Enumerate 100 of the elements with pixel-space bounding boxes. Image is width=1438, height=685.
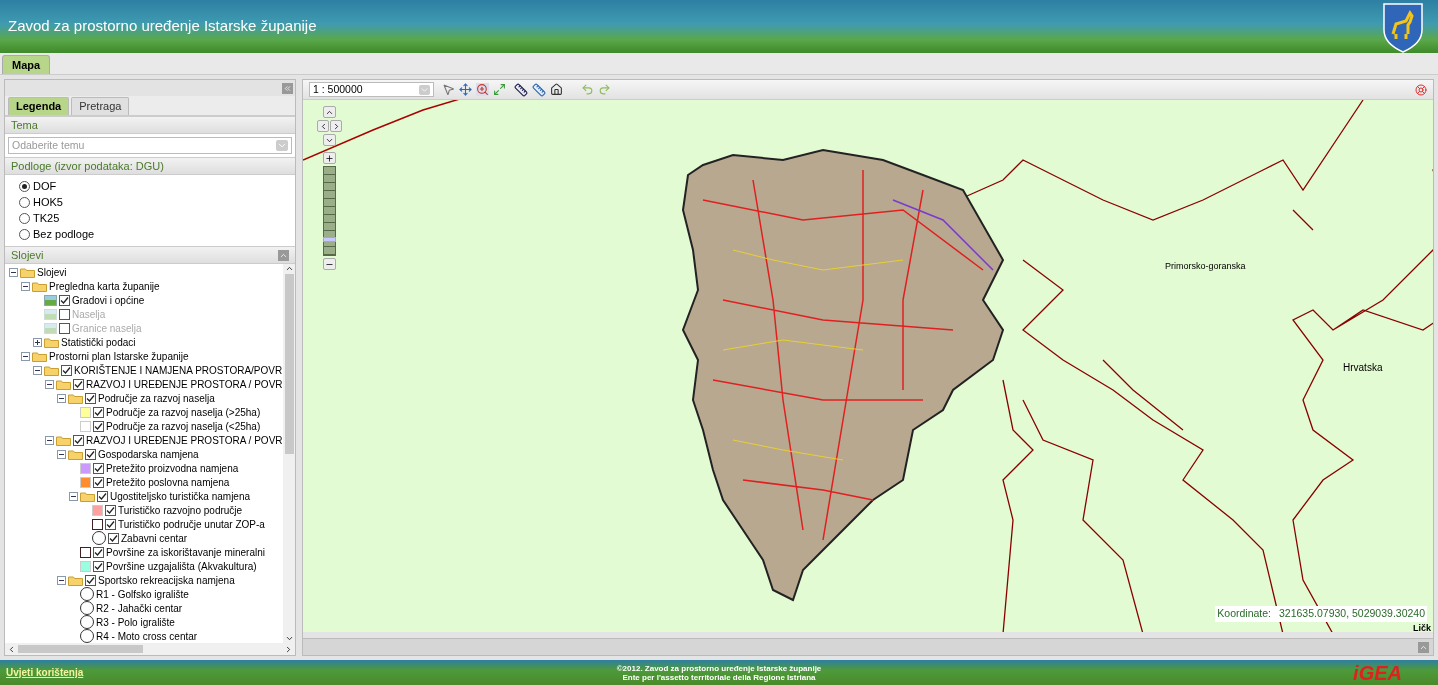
collapse-toggle-icon[interactable]: [21, 351, 30, 361]
home-icon[interactable]: [550, 83, 563, 96]
layer-thumbnail-icon: [44, 322, 57, 334]
folder-icon: [68, 392, 83, 404]
layer-label[interactable]: R4 - Moto cross centar: [96, 628, 198, 643]
layer-label[interactable]: Pretežito poslovna namjena: [106, 474, 230, 490]
collapse-toggle-icon[interactable]: [57, 575, 66, 585]
radio-button[interactable]: [19, 213, 30, 224]
layer-label[interactable]: Površine uzgajališta (Akvakultura): [106, 558, 257, 574]
folder-icon: [80, 490, 95, 502]
layer-label[interactable]: RAZVOJ I UREĐENJE PROSTORA / POVR: [86, 432, 283, 448]
radio-button[interactable]: [19, 229, 30, 240]
layer-label[interactable]: Gradovi i općine: [72, 292, 145, 308]
help-icon[interactable]: [1415, 83, 1427, 96]
layer-label[interactable]: Prostorni plan Istarske županije: [49, 348, 189, 364]
scroll-left-icon[interactable]: [7, 644, 16, 654]
collapse-toggle-icon[interactable]: [33, 365, 42, 375]
layer-label[interactable]: Površine za iskorištavanje mineralni: [106, 544, 265, 560]
checkbox[interactable]: [93, 546, 104, 558]
layer-label[interactable]: R3 - Polo igralište: [96, 614, 175, 630]
checkbox[interactable]: [93, 476, 104, 488]
full-extent-icon[interactable]: [493, 83, 506, 96]
layer-label[interactable]: R2 - Jahački centar: [96, 600, 183, 616]
layer-label[interactable]: Slojevi: [37, 264, 67, 280]
radio-label[interactable]: DOF: [33, 178, 57, 195]
scale-value: 1 : 500000: [313, 81, 363, 97]
copyright-text: ©2012. Zavod za prostorno uređenje Istarske županije: [616, 663, 822, 673]
scroll-right-icon[interactable]: [284, 644, 293, 654]
pan-down-button[interactable]: [323, 134, 336, 146]
checkbox[interactable]: [97, 490, 108, 502]
checkbox[interactable]: [93, 420, 104, 432]
section-title: Tema: [11, 117, 38, 133]
horizontal-scrollbar[interactable]: [5, 643, 295, 655]
layer-thumbnail-icon: [44, 308, 57, 320]
main-tab[interactable]: Mapa: [2, 55, 51, 74]
pan-up-button[interactable]: [323, 106, 336, 118]
checkbox[interactable]: [93, 462, 104, 474]
layer-label[interactable]: Gospodarska namjena: [98, 446, 199, 462]
layer-label[interactable]: Zabavni centar: [121, 530, 188, 546]
layer-label[interactable]: RAZVOJ I UREĐENJE PROSTORA / POVR: [86, 376, 283, 392]
map-view[interactable]: Primorsko-goranska Hrvatska Ličk Koordinate: 321635.07930, 5029039.30240: [303, 100, 1433, 632]
checkbox[interactable]: [85, 448, 96, 460]
vertical-scrollbar[interactable]: [283, 264, 295, 643]
layer-label[interactable]: Statistički podaci: [61, 334, 136, 350]
expand-toggle-icon[interactable]: [33, 337, 42, 347]
radio-label[interactable]: TK25: [33, 210, 60, 227]
zoom-in-button[interactable]: [323, 152, 336, 164]
collapse-toggle-icon[interactable]: [57, 449, 66, 459]
zoom-out-button[interactable]: [323, 258, 336, 270]
layer-label[interactable]: Pretežito proizvodna namjena: [106, 460, 239, 476]
checkbox[interactable]: [85, 392, 96, 404]
checkbox[interactable]: [61, 364, 72, 376]
radio-button[interactable]: [19, 181, 30, 192]
collapse-toggle-icon[interactable]: [9, 267, 18, 277]
panel-tab[interactable]: Pretraga: [71, 97, 130, 115]
panel-tab[interactable]: Legenda: [8, 97, 70, 115]
folder-icon: [56, 378, 71, 390]
pan-tool-icon[interactable]: [459, 83, 472, 96]
measure-area-icon[interactable]: [532, 82, 546, 97]
layer-label[interactable]: Turističko područje unutar ZOP-a: [118, 516, 265, 532]
layer-label[interactable]: Pregledna karta županije: [49, 278, 160, 294]
collapse-toggle-icon[interactable]: [45, 435, 54, 445]
checkbox[interactable]: [59, 294, 70, 306]
select-placeholder: Odaberite temu: [12, 137, 85, 153]
checkbox[interactable]: [73, 378, 84, 390]
collapse-toggle-icon[interactable]: [45, 379, 54, 389]
radio-label[interactable]: HOK5: [33, 194, 63, 211]
pan-left-button[interactable]: [317, 120, 329, 132]
checkbox[interactable]: [73, 434, 84, 446]
layer-label[interactable]: Područje za razvoj naselja: [98, 390, 215, 406]
checkbox[interactable]: [93, 406, 104, 418]
checkbox[interactable]: [105, 504, 116, 516]
folder-icon: [68, 574, 83, 586]
checkbox[interactable]: [105, 518, 116, 530]
zoom-box-tool-icon[interactable]: [476, 83, 489, 96]
pan-right-button[interactable]: [330, 120, 342, 132]
layer-label[interactable]: Ugostiteljsko turistička namjena: [110, 488, 251, 504]
collapse-toggle-icon[interactable]: [57, 393, 66, 403]
collapse-toggle-icon[interactable]: [21, 281, 30, 291]
zoom-slider-track[interactable]: [323, 166, 336, 256]
checkbox[interactable]: [93, 560, 104, 572]
scroll-down-icon[interactable]: [284, 634, 294, 643]
layer-label[interactable]: KORIŠTENJE I NAMJENA PROSTORA/POVR: [74, 362, 283, 378]
checkbox[interactable]: [85, 574, 96, 586]
folder-icon: [68, 448, 83, 460]
layer-label[interactable]: R1 - Golfsko igralište: [96, 586, 189, 602]
scale-select[interactable]: 1 : 500000: [309, 82, 434, 97]
layer-label[interactable]: Područje za razvoj naselja (>25ha): [106, 404, 261, 420]
layer-label[interactable]: Područje za razvoj naselja (<25ha): [106, 418, 261, 434]
layer-label[interactable]: Turističko razvojno područje: [118, 502, 243, 518]
folder-icon: [20, 266, 35, 278]
layer-label[interactable]: Sportsko rekreacijska namjena: [98, 572, 235, 588]
measure-distance-icon[interactable]: [514, 82, 528, 97]
radio-button[interactable]: [19, 197, 30, 208]
collapse-toggle-icon[interactable]: [69, 491, 78, 501]
pointer-tool-icon[interactable]: [442, 83, 455, 96]
checkbox[interactable]: [108, 532, 119, 544]
zoom-slider-thumb[interactable]: [323, 236, 336, 242]
radio-label[interactable]: Bez podloge: [33, 226, 95, 243]
scroll-up-icon[interactable]: [284, 264, 294, 273]
